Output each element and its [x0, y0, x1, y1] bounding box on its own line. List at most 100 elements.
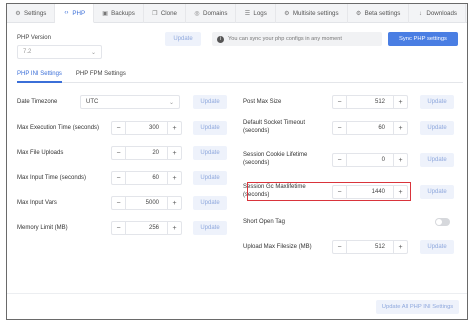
decrement-button[interactable]: − [112, 222, 126, 234]
multisite-icon: ⚙ [284, 10, 290, 17]
increment-button[interactable]: + [167, 197, 181, 209]
decrement-button[interactable]: − [333, 154, 347, 166]
php-version-update-button[interactable]: Update [165, 32, 201, 46]
short-open-tag-toggle[interactable] [435, 218, 450, 226]
setting-label: Memory Limit (MB) [17, 225, 68, 231]
memory-limit-stepper[interactable]: −256 + [111, 221, 182, 235]
update-button[interactable]: Update [193, 196, 227, 210]
update-button[interactable]: Update [420, 240, 454, 254]
setting-label: Default Socket Timeout (seconds) [243, 120, 306, 134]
backup-icon: ▣ [102, 10, 108, 17]
setting-label: Upload Max Filesize (MB) [243, 244, 312, 250]
setting-label: Post Max Size [243, 99, 282, 105]
session-cookie-lifetime-stepper[interactable]: −0 + [332, 153, 408, 167]
upload-max-filesize-stepper[interactable]: −512 + [332, 240, 408, 254]
timezone-select[interactable]: UTC ⌄ [80, 95, 180, 109]
increment-button[interactable]: + [393, 241, 407, 253]
php-version-label: PHP Version [17, 35, 51, 41]
max-input-vars-stepper[interactable]: −5000 + [111, 196, 182, 210]
stepper-value[interactable]: 5000 [126, 197, 167, 209]
increment-button[interactable]: + [167, 172, 181, 184]
php-version-value: 7.2 [23, 49, 32, 55]
post-max-size-stepper[interactable]: −512 + [332, 95, 408, 109]
tab-php-fpm-settings[interactable]: PHP FPM Settings [76, 70, 126, 83]
update-button[interactable]: Update [193, 146, 227, 160]
tab-backups[interactable]: ▣ Backups [94, 4, 144, 23]
stepper-value[interactable]: 512 [347, 96, 393, 108]
update-button[interactable]: Update [193, 221, 227, 235]
timezone-value: UTC [86, 99, 99, 105]
decrement-button[interactable]: − [112, 147, 126, 159]
update-all-button[interactable]: Update All PHP INI Settings [376, 300, 459, 314]
decrement-button[interactable]: − [112, 172, 126, 184]
tab-label: Downloads [426, 10, 457, 17]
toggle-knob [436, 219, 442, 225]
tab-settings[interactable]: ⚙ Settings [7, 4, 56, 23]
beta-icon: ⚙ [355, 10, 362, 17]
max-file-uploads-stepper[interactable]: −20 + [111, 146, 182, 160]
stepper-value[interactable]: 256 [126, 222, 167, 234]
setting-label: Max Input Time (seconds) [17, 175, 87, 181]
increment-button[interactable]: + [167, 147, 181, 159]
stepper-value[interactable]: 60 [347, 122, 393, 134]
decrement-button[interactable]: − [333, 122, 347, 134]
stepper-value[interactable]: 20 [126, 147, 167, 159]
sync-php-settings-button[interactable]: Sync PHP settings [388, 32, 458, 46]
update-button[interactable]: Update [193, 121, 227, 135]
stepper-value[interactable]: 60 [126, 172, 167, 184]
increment-button[interactable]: + [167, 222, 181, 234]
gear-icon: ⚙ [15, 10, 21, 17]
update-button[interactable]: Update [420, 121, 454, 135]
tab-php[interactable]: ‹› PHP [55, 4, 95, 23]
logs-icon: ☰ [244, 10, 251, 17]
update-button[interactable]: Update [420, 95, 454, 109]
tab-label: Multisite settings [292, 10, 339, 17]
highlight-box [247, 182, 411, 201]
tab-bar: ⚙ Settings ‹› PHP ▣ Backups ❐ Clone ◎ Domains… [7, 4, 467, 23]
decrement-button[interactable]: − [333, 241, 347, 253]
tab-label: Settings [24, 10, 47, 17]
max-execution-time-stepper[interactable]: −300 + [111, 121, 182, 135]
setting-label: Short Open Tag [243, 219, 285, 225]
default-socket-timeout-stepper[interactable]: −60 + [332, 121, 408, 135]
tab-label: Clone [160, 10, 177, 17]
ini-subtabs: PHP INI Settings PHP FPM Settings [17, 70, 463, 83]
update-button[interactable]: Update [193, 95, 227, 109]
chevron-down-icon: ⌄ [168, 100, 174, 106]
app-window: ⚙ Settings ‹› PHP ▣ Backups ❐ Clone ◎ Domains… [6, 3, 468, 320]
increment-button[interactable]: + [393, 96, 407, 108]
tab-downloads[interactable]: ↓ Downloads [409, 4, 466, 23]
decrement-button[interactable]: − [112, 122, 126, 134]
clone-icon: ❐ [152, 10, 158, 17]
stepper-value[interactable]: 0 [347, 154, 393, 166]
php-version-select[interactable]: 7.2 ⌄ [17, 45, 102, 59]
increment-button[interactable]: + [167, 122, 181, 134]
tab-domains[interactable]: ◎ Domains [186, 4, 237, 23]
info-icon: i [217, 35, 224, 43]
tab-beta-settings[interactable]: ⚙ Beta settings [348, 4, 410, 23]
update-button[interactable]: Update [193, 171, 227, 185]
footer-divider [7, 293, 467, 294]
increment-button[interactable]: + [393, 122, 407, 134]
tab-label: Beta settings [364, 10, 401, 17]
increment-button[interactable]: + [393, 154, 407, 166]
tab-php-ini-settings[interactable]: PHP INI Settings [17, 70, 62, 83]
decrement-button[interactable]: − [112, 197, 126, 209]
setting-label: Max File Uploads [17, 150, 64, 156]
sync-info-box: i You can sync your php configs in any mo… [212, 32, 382, 46]
tab-clone[interactable]: ❐ Clone [144, 4, 186, 23]
stepper-value[interactable]: 300 [126, 122, 167, 134]
download-icon: ↓ [418, 10, 422, 17]
update-button[interactable]: Update [420, 185, 454, 199]
stepper-value[interactable]: 512 [347, 241, 393, 253]
max-input-time-stepper[interactable]: −60 + [111, 171, 182, 185]
decrement-button[interactable]: − [333, 96, 347, 108]
tab-label: Backups [111, 10, 135, 17]
tab-multisite-settings[interactable]: ⚙ Multisite settings [276, 4, 348, 23]
setting-label: Max Input Vars [17, 200, 57, 206]
tab-logs[interactable]: ☰ Logs [236, 4, 276, 23]
sync-info-text: You can sync your php configs in any mom… [228, 36, 342, 42]
update-button[interactable]: Update [420, 153, 454, 167]
code-icon: ‹› [64, 10, 69, 16]
tab-label: Domains [203, 10, 228, 17]
